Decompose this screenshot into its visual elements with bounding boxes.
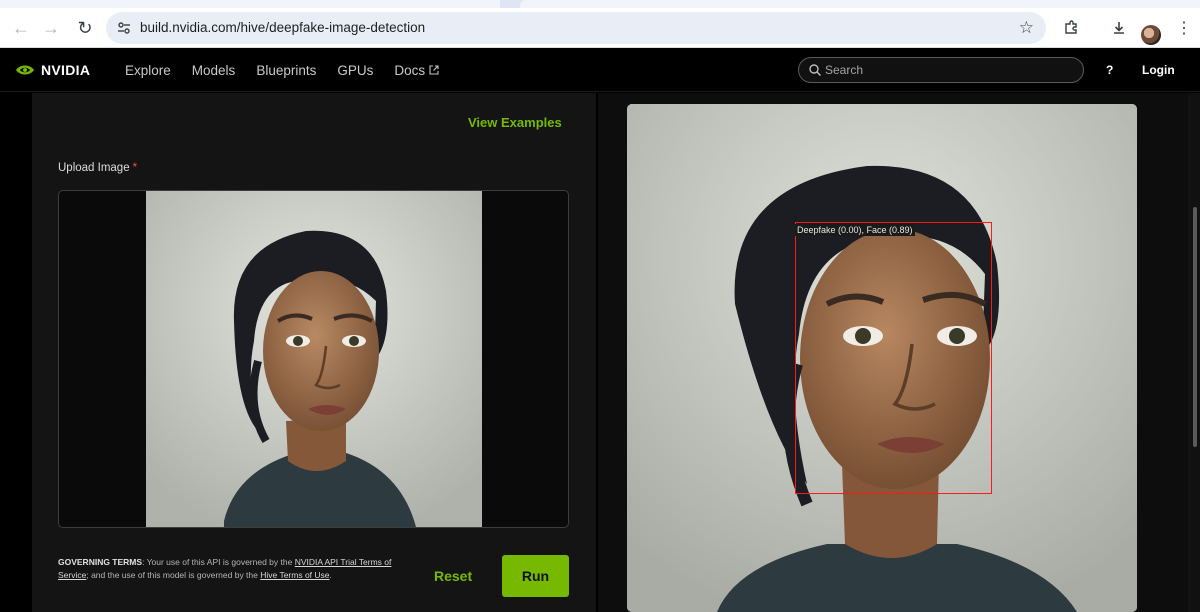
- search-input[interactable]: [825, 58, 1075, 82]
- nav-explore[interactable]: Explore: [125, 63, 171, 78]
- nav-blueprints[interactable]: Blueprints: [256, 63, 316, 78]
- site-header: NVIDIA Explore Models Blueprints GPUs Do…: [0, 48, 1200, 92]
- upload-dropzone[interactable]: [58, 190, 569, 528]
- result-image-frame: Deepfake (0.00), Face (0.89): [627, 104, 1137, 612]
- help-button[interactable]: ?: [1106, 48, 1113, 92]
- reload-icon[interactable]: ↻: [70, 8, 100, 48]
- nvidia-eye-icon: [16, 65, 34, 75]
- reset-button[interactable]: Reset: [434, 568, 472, 584]
- tab-active[interactable]: [520, 0, 1200, 8]
- profile-avatar[interactable]: [1141, 25, 1161, 45]
- bookmark-star-icon[interactable]: ☆: [1019, 12, 1034, 44]
- site-info-icon[interactable]: [116, 20, 132, 36]
- url-text[interactable]: build.nvidia.com/hive/deepfake-image-det…: [140, 12, 425, 44]
- terms-text-3: .: [329, 569, 332, 580]
- nav-models[interactable]: Models: [192, 63, 236, 78]
- upload-label-text: Upload Image: [58, 162, 130, 174]
- scrollbar-thumb[interactable]: [1193, 207, 1197, 447]
- logo-wordmark: NVIDIA: [41, 62, 91, 78]
- tab-strip: [0, 0, 1200, 8]
- governing-terms: GOVERNING TERMS: Your use of this API is…: [58, 556, 418, 581]
- nav-docs[interactable]: Docs: [394, 63, 439, 78]
- detection-label: Deepfake (0.00), Face (0.89): [795, 224, 915, 236]
- left-gutter: [0, 93, 32, 612]
- extensions-icon[interactable]: [1057, 8, 1085, 48]
- browser-toolbar: ← → ↻ build.nvidia.com/hive/deepfake-ima…: [0, 8, 1200, 48]
- nvidia-logo[interactable]: NVIDIA: [15, 60, 90, 80]
- required-marker: *: [132, 162, 138, 174]
- face-detection-box: [795, 222, 992, 494]
- tab-background: [0, 0, 500, 8]
- terms-text-1: : Your use of this API is governed by th…: [142, 557, 295, 567]
- back-arrow-icon[interactable]: ←: [6, 8, 36, 48]
- address-bar[interactable]: build.nvidia.com/hive/deepfake-image-det…: [106, 12, 1046, 44]
- main-nav: Explore Models Blueprints GPUs Docs: [125, 48, 439, 92]
- forward-arrow-icon[interactable]: →: [36, 8, 66, 48]
- nav-gpus[interactable]: GPUs: [337, 63, 373, 78]
- login-button[interactable]: Login: [1142, 48, 1175, 92]
- upload-image-label: Upload Image *: [58, 162, 137, 174]
- search-icon: [809, 64, 821, 76]
- main-content: View Examples Upload Image * GOVERNING T…: [0, 93, 1200, 612]
- hive-terms-link[interactable]: Hive Terms of Use: [260, 570, 329, 580]
- terms-heading: GOVERNING TERMS: [58, 557, 143, 567]
- kebab-menu-icon[interactable]: ⋮: [1170, 8, 1198, 48]
- view-examples-link[interactable]: View Examples: [468, 115, 562, 130]
- nav-docs-label: Docs: [394, 62, 426, 78]
- terms-text-2: ; and the use of this model is governed …: [86, 569, 261, 580]
- run-button[interactable]: Run: [502, 555, 569, 597]
- uploaded-portrait-image: [146, 191, 482, 527]
- external-link-icon: [429, 64, 439, 75]
- download-icon[interactable]: [1105, 8, 1133, 48]
- search-box[interactable]: [798, 57, 1084, 83]
